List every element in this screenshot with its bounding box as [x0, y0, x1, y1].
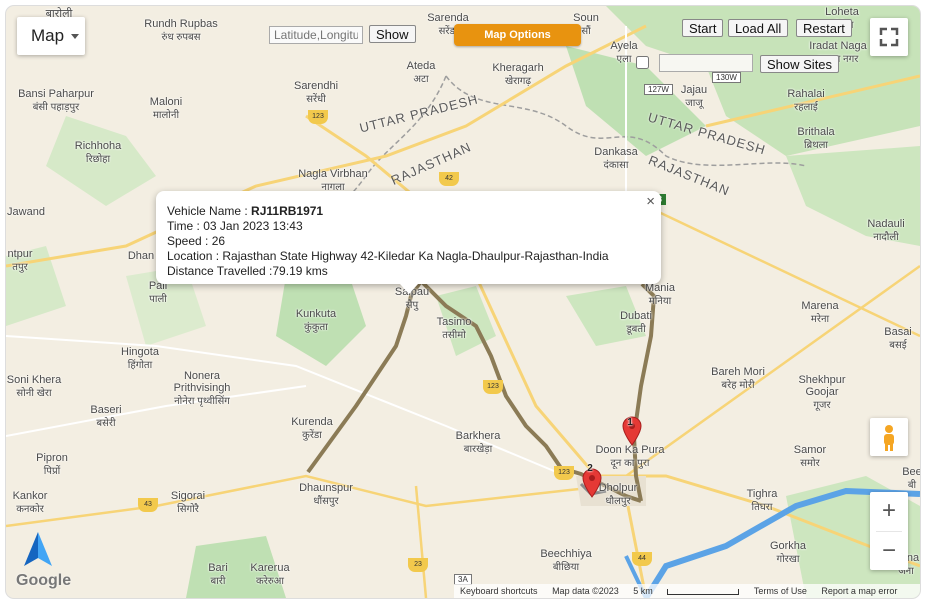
sites-checkbox[interactable]: [636, 56, 649, 69]
scale-bar: [667, 588, 740, 595]
place-label: Barkhera बारखेड़ा: [455, 430, 501, 455]
map-options-button[interactable]: Map Options: [454, 24, 581, 46]
place-label: Bee बी: [902, 466, 920, 491]
highway-shield: 130W: [712, 72, 741, 83]
speed-row: Speed : 26: [167, 234, 226, 248]
place-label: Kurenda कुरेंडा: [291, 416, 333, 441]
place-label: Goojar गूजर: [805, 386, 839, 411]
highway-shield: 44: [632, 552, 652, 566]
start-button[interactable]: Start: [682, 19, 724, 37]
highway: [414, 485, 428, 598]
place-label: Dhaunspur धौंसपुर: [299, 482, 353, 507]
place-label: Dholpur धौलपुर: [598, 482, 638, 507]
navigation-logo-icon: [24, 532, 52, 566]
place-label: Marena मरेना: [801, 300, 839, 325]
map-type-control[interactable]: Map: [17, 17, 85, 55]
place-label: Richhoha रिछोहा: [74, 140, 122, 165]
latlong-input[interactable]: [269, 26, 363, 44]
highway-shield: 123: [308, 110, 328, 124]
load-all-button[interactable]: Load All: [728, 19, 789, 37]
place-label: Soni Khera सोनी खेरा: [6, 374, 62, 399]
report-error-link[interactable]: Report a map error: [821, 586, 897, 596]
place-label: Dankasa दंकासा: [594, 146, 638, 171]
scale-label[interactable]: 5 km: [633, 586, 653, 596]
place-label: Bansi Paharpur बंसी पहाड़पुर: [18, 88, 94, 113]
place-label: Nadauli नादौली: [867, 218, 905, 243]
place-label: Karerua करेरुआ: [250, 562, 290, 587]
place-label: Hingota हिंगोता: [121, 346, 159, 371]
place-label: ntpur तपुर: [7, 248, 33, 273]
place-label: Gorkha गोरखा: [769, 540, 807, 565]
app-logo: [21, 530, 55, 573]
place-label: Kankor कनकोर: [12, 490, 48, 515]
place-label: Tighra तिघरा: [746, 488, 778, 513]
location-row: Location : Rajasthan State Highway 42-Ki…: [167, 249, 609, 263]
highway-shield: 42: [439, 172, 459, 186]
show-latlong-button[interactable]: Show: [369, 25, 416, 43]
highway-shield: 23: [408, 558, 428, 572]
place-label: Sarendhi सरेंधी: [293, 80, 339, 105]
map-data-credit: Map data ©2023: [552, 586, 619, 596]
place-label: Kunkuta कुंकुता: [295, 308, 337, 333]
place-label: Samor समोर: [793, 444, 827, 469]
highway-shield: 43: [138, 498, 158, 512]
place-label: Beechhiya बीछिया: [540, 548, 592, 573]
keyboard-shortcuts-link[interactable]: Keyboard shortcuts: [460, 586, 538, 596]
highway: [624, 495, 648, 598]
highway-shield: 123: [554, 466, 574, 480]
vehicle-name: RJ11RB1971: [251, 204, 324, 218]
place-label: Bareh Mori बरेह मोरी: [711, 366, 765, 391]
distance-row: Distance Travelled :79.19 kms: [167, 264, 328, 278]
fullscreen-icon: [879, 27, 899, 47]
fullscreen-button[interactable]: [870, 18, 908, 56]
place-label: Bari बारी: [208, 562, 228, 587]
vehicle-name-row: Vehicle Name : RJ11RB1971: [167, 204, 324, 218]
map-type-label: Map: [31, 26, 65, 45]
place-label: Jajau जाजू: [680, 84, 708, 109]
zoom-control: + −: [870, 492, 908, 570]
vehicle-info-window: Vehicle Name : RJ11RB1971 Time : 03 Jan …: [156, 191, 661, 294]
place-label: Basai बसई: [884, 326, 912, 351]
place-label: Dubati डूबती: [620, 310, 652, 335]
place-label: Mania मनिया: [645, 282, 675, 307]
place-label: Baseri बसेरी: [90, 404, 122, 429]
map-container[interactable]: UTTAR PRADESH RAJASTHAN UTTAR PRADESH RA…: [6, 6, 920, 598]
google-logo: Google: [16, 572, 72, 589]
place-label: Kheragarh खेरागढ़: [492, 62, 544, 87]
place-label: Ayela एला: [610, 40, 638, 65]
close-icon[interactable]: ×: [646, 193, 655, 210]
place-label: Jawand: [7, 206, 45, 218]
place-label: Tasimo तसीमो: [436, 316, 472, 341]
caret-down-icon: [71, 34, 79, 39]
place-label: Brithala ब्रिथला: [797, 126, 835, 151]
sites-input[interactable]: [659, 54, 753, 72]
place-label: Rahalai रहलाई: [787, 88, 825, 113]
terms-link[interactable]: Terms of Use: [754, 586, 807, 596]
marker-label: 1: [627, 417, 633, 428]
highway-shield: 123: [483, 380, 503, 394]
marker-label: 2: [587, 463, 593, 474]
restart-button[interactable]: Restart: [796, 19, 852, 37]
pegman-button[interactable]: [870, 418, 908, 456]
place-label: Ateda अटा: [406, 60, 436, 85]
zoom-out-button[interactable]: −: [870, 532, 908, 570]
place-label: Prithvisingh नोनेरा पृथ्वीसिंग: [173, 382, 231, 407]
show-sites-button[interactable]: Show Sites: [760, 55, 840, 73]
pegman-icon: [884, 425, 894, 451]
place-label: Dhan: [127, 250, 155, 262]
place-label: Maloni मालोनी: [149, 96, 183, 121]
highway-shield: 127W: [644, 84, 673, 95]
map-footer: Keyboard shortcuts Map data ©2023 5 km T…: [454, 584, 920, 598]
place-label: Pipron पिप्रों: [36, 452, 68, 477]
place-label: Rundh Rupbas रुंध रुपबस: [144, 18, 218, 43]
place-label: Sigorai सिगोरै: [170, 490, 206, 515]
zoom-in-button[interactable]: +: [870, 492, 908, 530]
time-row: Time : 03 Jan 2023 13:43: [167, 219, 303, 233]
